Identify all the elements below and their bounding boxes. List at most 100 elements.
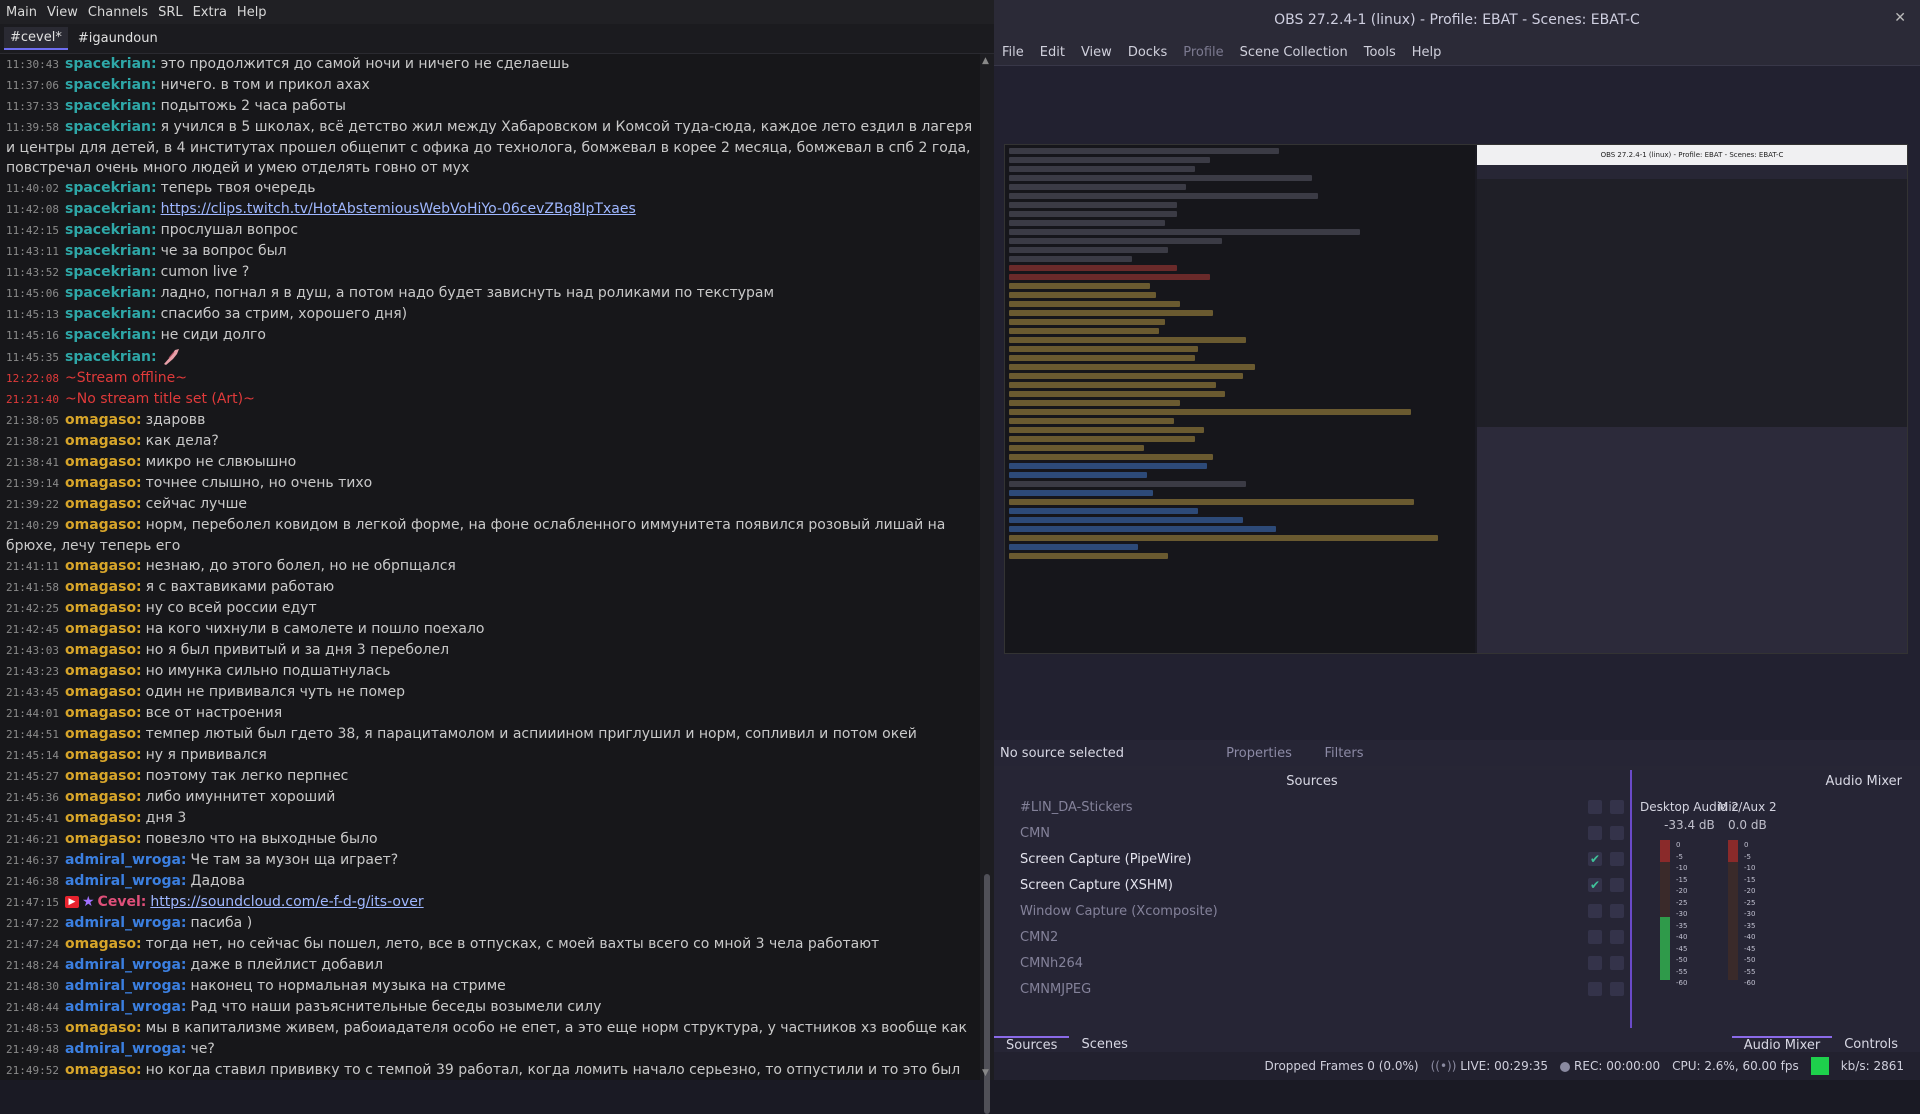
message-username[interactable]: omagaso: (65, 454, 142, 470)
message-username[interactable]: omagaso: (65, 789, 142, 805)
chat-menu-view[interactable]: View (47, 5, 78, 20)
message-username[interactable]: spacekrian: (65, 349, 157, 365)
message-username[interactable]: spacekrian: (65, 56, 157, 72)
filters-button[interactable]: Filters (1304, 746, 1384, 761)
chat-scrollbar[interactable]: ▲ ▼ (980, 54, 994, 1114)
tab-audio-mixer[interactable]: Audio Mixer (1731, 1035, 1833, 1053)
close-icon[interactable]: ✕ (1894, 10, 1906, 26)
visibility-toggle[interactable]: ✔ (1588, 852, 1602, 866)
volume-meter-mic (1728, 840, 1738, 980)
message-username[interactable]: omagaso: (65, 600, 142, 616)
message-username[interactable]: omagaso: (65, 684, 142, 700)
message-username[interactable]: omagaso: (65, 705, 142, 721)
message-username[interactable]: spacekrian: (65, 243, 157, 259)
message-link[interactable]: https://clips.twitch.tv/HotAbstemiousWeb… (161, 201, 636, 217)
lock-toggle[interactable] (1610, 852, 1624, 866)
obs-menu-view[interactable]: View (1081, 45, 1112, 60)
lock-toggle[interactable] (1610, 800, 1624, 814)
visibility-toggle[interactable] (1588, 930, 1602, 944)
message-username[interactable]: omagaso: (65, 1062, 142, 1078)
message-username[interactable]: admiral_wroga: (65, 1041, 187, 1057)
obs-menu-tools[interactable]: Tools (1364, 45, 1396, 60)
message-username[interactable]: omagaso: (65, 831, 142, 847)
message-username[interactable]: omagaso: (65, 726, 142, 742)
visibility-toggle[interactable] (1588, 800, 1602, 814)
obs-menu-help[interactable]: Help (1412, 45, 1442, 60)
lock-toggle[interactable] (1610, 826, 1624, 840)
message-username[interactable]: Cevel: (98, 894, 147, 910)
chat-menu-extra[interactable]: Extra (193, 5, 227, 20)
source-item[interactable]: Window Capture (Xcomposite) (994, 898, 1630, 924)
channel-tab[interactable]: #igaundoun (72, 28, 164, 49)
message-username[interactable]: spacekrian: (65, 201, 157, 217)
message-username[interactable]: spacekrian: (65, 327, 157, 343)
source-item[interactable]: CMNMJPEG (994, 976, 1630, 1002)
message-username[interactable]: admiral_wroga: (65, 873, 187, 889)
message-username[interactable]: omagaso: (65, 558, 142, 574)
message-username[interactable]: omagaso: (65, 642, 142, 658)
lock-toggle[interactable] (1610, 956, 1624, 970)
visibility-toggle[interactable] (1588, 982, 1602, 996)
message-username[interactable]: omagaso: (65, 810, 142, 826)
message-username[interactable]: omagaso: (65, 1020, 142, 1036)
message-username[interactable]: admiral_wroga: (65, 852, 187, 868)
scroll-down-icon[interactable]: ▼ (982, 1068, 989, 1078)
message-username[interactable]: omagaso: (65, 663, 142, 679)
obs-preview[interactable]: OBS 27.2.4-1 (linux) - Profile: EBAT - S… (994, 66, 1920, 746)
chat-menu-channels[interactable]: Channels (88, 5, 148, 20)
source-item[interactable]: CMN2 (994, 924, 1630, 950)
message-username[interactable]: spacekrian: (65, 77, 157, 93)
message-username[interactable]: admiral_wroga: (65, 978, 187, 994)
source-item[interactable]: #LIN_DA-Stickers (994, 794, 1630, 820)
message-username[interactable]: spacekrian: (65, 264, 157, 280)
tab-sources[interactable]: Sources (994, 1035, 1070, 1053)
obs-menu-docks[interactable]: Docks (1128, 45, 1167, 60)
chat-menu-help[interactable]: Help (237, 5, 267, 20)
obs-menu-profile[interactable]: Profile (1183, 45, 1223, 60)
tab-scenes[interactable]: Scenes (1069, 1037, 1139, 1052)
message-username[interactable]: omagaso: (65, 475, 142, 491)
message-username[interactable]: spacekrian: (65, 119, 157, 135)
message-username[interactable]: spacekrian: (65, 180, 157, 196)
message-username[interactable]: spacekrian: (65, 285, 157, 301)
source-item[interactable]: CMNh264 (994, 950, 1630, 976)
scroll-up-icon[interactable]: ▲ (982, 56, 989, 66)
channel-tab[interactable]: #cevel* (4, 27, 68, 50)
chat-menu-main[interactable]: Main (6, 5, 37, 20)
visibility-toggle[interactable] (1588, 956, 1602, 970)
lock-toggle[interactable] (1610, 904, 1624, 918)
message-username[interactable]: spacekrian: (65, 222, 157, 238)
chat-menu-srl[interactable]: SRL (158, 5, 183, 20)
lock-toggle[interactable] (1610, 982, 1624, 996)
lock-toggle[interactable] (1610, 930, 1624, 944)
source-item[interactable]: CMN (994, 820, 1630, 846)
message-text: не сиди долго (160, 327, 266, 343)
message-username[interactable]: omagaso: (65, 433, 142, 449)
source-item[interactable]: Screen Capture (PipeWire) ✔ (994, 846, 1630, 872)
obs-menu-file[interactable]: File (1002, 45, 1024, 60)
visibility-toggle[interactable]: ✔ (1588, 878, 1602, 892)
message-username[interactable]: omagaso: (65, 936, 142, 952)
lock-toggle[interactable] (1610, 878, 1624, 892)
message-username[interactable]: admiral_wroga: (65, 957, 187, 973)
visibility-toggle[interactable] (1588, 826, 1602, 840)
message-username[interactable]: omagaso: (65, 579, 142, 595)
scrollbar-thumb[interactable] (984, 874, 990, 1114)
visibility-toggle[interactable] (1588, 904, 1602, 918)
message-username[interactable]: omagaso: (65, 768, 142, 784)
message-username[interactable]: spacekrian: (65, 98, 157, 114)
message-username[interactable]: omagaso: (65, 517, 142, 533)
message-username[interactable]: omagaso: (65, 496, 142, 512)
message-username[interactable]: omagaso: (65, 747, 142, 763)
obs-menu-edit[interactable]: Edit (1040, 45, 1065, 60)
message-username[interactable]: spacekrian: (65, 306, 157, 322)
message-username[interactable]: admiral_wroga: (65, 915, 187, 931)
tab-controls[interactable]: Controls (1832, 1037, 1910, 1052)
message-username[interactable]: admiral_wroga: (65, 999, 187, 1015)
message-link[interactable]: https://soundcloud.com/e-f-d-g/its-over (150, 894, 423, 910)
obs-menu-scene-collection[interactable]: Scene Collection (1240, 45, 1348, 60)
message-username[interactable]: omagaso: (65, 621, 142, 637)
source-item[interactable]: Screen Capture (XSHM) ✔ (994, 872, 1630, 898)
properties-button[interactable]: Properties (1214, 746, 1304, 761)
message-username[interactable]: omagaso: (65, 412, 142, 428)
